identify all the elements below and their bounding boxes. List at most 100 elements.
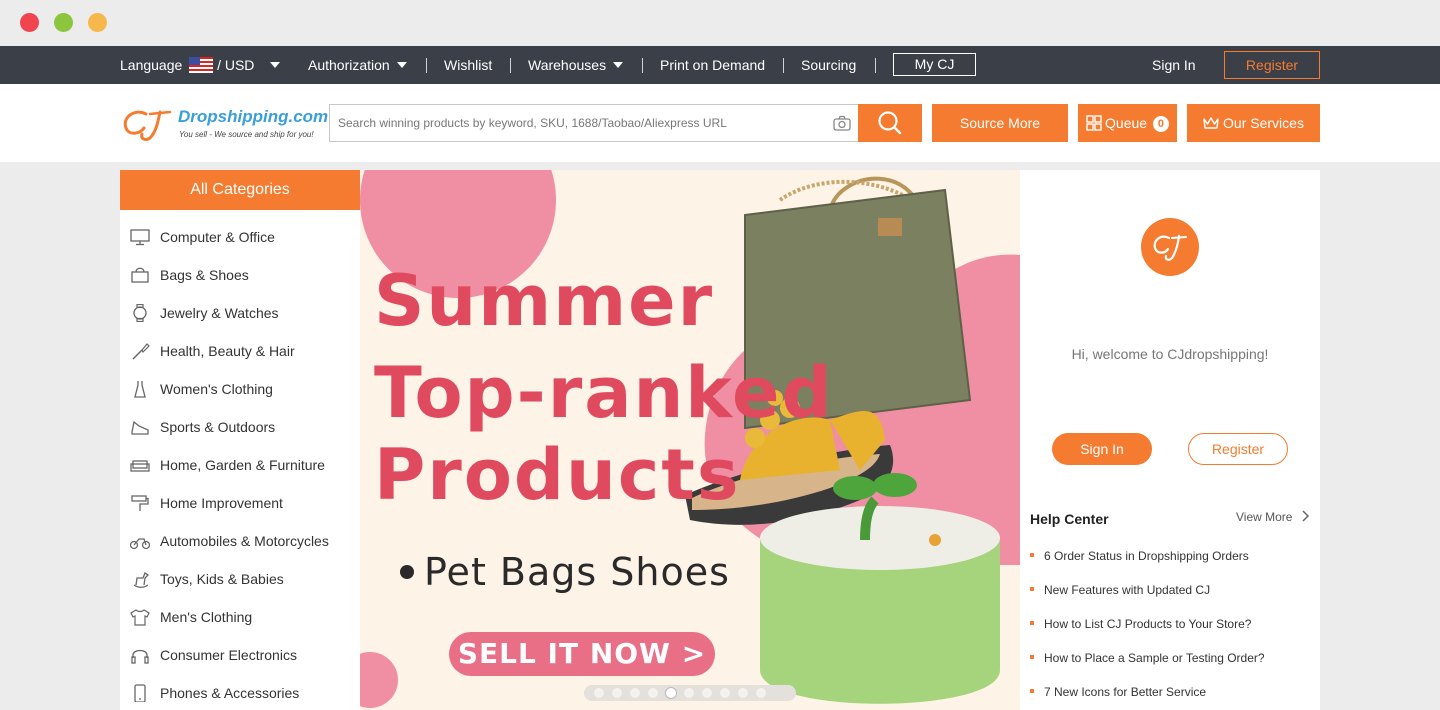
warehouses-menu[interactable]: Warehouses — [528, 46, 624, 84]
source-more-button[interactable]: Source More — [932, 104, 1068, 142]
chevron-down-icon — [270, 62, 281, 68]
authorization-menu[interactable]: Authorization — [308, 46, 407, 84]
search-icon — [878, 111, 902, 135]
carousel-dot[interactable] — [666, 688, 676, 698]
authorization-label: Authorization — [308, 57, 390, 73]
carousel-dot[interactable] — [612, 688, 622, 698]
category-item[interactable]: Home, Garden & Furniture — [120, 446, 360, 484]
category-item[interactable]: Men's Clothing — [120, 598, 360, 636]
logo-text: Dropshipping.com — [178, 107, 329, 126]
category-item[interactable]: Toys, Kids & Babies — [120, 560, 360, 598]
brush-icon — [132, 343, 150, 360]
carousel-dot[interactable] — [720, 688, 730, 698]
queue-icon — [1086, 115, 1102, 131]
avatar — [1141, 218, 1199, 276]
panel-sign-in-button[interactable]: Sign In — [1052, 433, 1152, 465]
banner-title-line1: Summer — [374, 260, 715, 342]
help-center-link[interactable]: New Features with Updated CJ — [1030, 583, 1210, 597]
maximize-window-button[interactable] — [88, 13, 107, 32]
sell-it-now-button[interactable]: SELL IT NOW > — [449, 632, 715, 676]
bullet-icon — [1030, 689, 1034, 693]
help-center-link[interactable]: 6 Order Status in Dropshipping Orders — [1030, 549, 1249, 563]
view-more-link[interactable]: View More — [1236, 510, 1310, 524]
carousel-dot[interactable] — [684, 688, 694, 698]
help-item-label: How to List CJ Products to Your Store? — [1044, 617, 1252, 631]
queue-button[interactable]: Queue 0 — [1078, 104, 1177, 142]
category-item[interactable]: Bags & Shoes — [120, 256, 360, 294]
help-center-link[interactable]: How to Place a Sample or Testing Order? — [1030, 651, 1265, 665]
queue-label: Queue — [1105, 115, 1148, 131]
category-item[interactable]: Computer & Office — [120, 218, 360, 256]
view-more-label: View More — [1236, 510, 1293, 524]
sign-in-link[interactable]: Sign In — [1152, 46, 1196, 84]
carousel-dot[interactable] — [648, 688, 658, 698]
category-label: Men's Clothing — [160, 609, 253, 625]
bullet-icon — [1030, 655, 1034, 659]
carousel-dot[interactable] — [702, 688, 712, 698]
shirt-icon — [130, 609, 150, 626]
category-label: Toys, Kids & Babies — [160, 571, 284, 587]
panel-register-button[interactable]: Register — [1188, 433, 1288, 465]
category-item[interactable]: Home Improvement — [120, 484, 360, 522]
language-selector[interactable]: Language / USD — [120, 46, 281, 84]
hero-banner[interactable]: Summer Top-ranked Products Pet Bags Shoe… — [360, 170, 1020, 710]
bag-icon — [131, 267, 149, 283]
help-item-label: 7 New Icons for Better Service — [1044, 685, 1207, 699]
watch-icon — [133, 304, 147, 322]
cj-avatar-logo-icon — [1153, 234, 1187, 261]
category-label: Bags & Shoes — [160, 267, 249, 283]
divider — [875, 58, 876, 73]
category-item[interactable]: Sports & Outdoors — [120, 408, 360, 446]
close-window-button[interactable] — [20, 13, 39, 32]
motorcycle-icon — [130, 538, 150, 550]
cj-logo[interactable]: Dropshipping.com You sell - We source an… — [120, 104, 330, 144]
top-nav-bar: Language / USD Authorization Wishlist Wa… — [0, 46, 1440, 84]
print-on-demand-link[interactable]: Print on Demand — [660, 46, 765, 84]
warehouses-label: Warehouses — [528, 57, 607, 73]
carousel-dot[interactable] — [738, 688, 748, 698]
banner-subtitle: Pet Bags Shoes — [400, 550, 730, 594]
search-box — [329, 104, 859, 142]
bullet-icon — [1030, 587, 1034, 591]
rocking-horse-icon — [133, 572, 150, 588]
category-item[interactable]: Automobiles & Motorcycles — [120, 522, 360, 560]
my-cj-button[interactable]: My CJ — [893, 53, 976, 76]
category-item[interactable]: Jewelry & Watches — [120, 294, 360, 332]
category-item[interactable]: Phones & Accessories — [120, 674, 360, 710]
sourcing-link[interactable]: Sourcing — [801, 46, 856, 84]
divider — [510, 58, 511, 73]
wishlist-link[interactable]: Wishlist — [444, 46, 492, 84]
decor-circle-bottom — [360, 652, 398, 708]
category-item[interactable]: Consumer Electronics — [120, 636, 360, 674]
carousel-dot[interactable] — [756, 688, 766, 698]
search-input[interactable] — [330, 105, 810, 141]
divider — [783, 58, 784, 73]
all-categories-header[interactable]: All Categories — [120, 170, 360, 210]
our-services-button[interactable]: Our Services — [1187, 104, 1320, 142]
window-chrome — [0, 0, 1440, 46]
carousel-pagination — [584, 685, 796, 701]
cj-logo-mark-icon — [123, 110, 172, 141]
banner-title-line3: Products — [374, 434, 741, 516]
banner-title-line2: Top-ranked — [374, 352, 834, 434]
help-item-label: New Features with Updated CJ — [1044, 583, 1211, 597]
register-button[interactable]: Register — [1224, 51, 1320, 79]
dress-icon — [134, 381, 146, 398]
sofa-icon — [130, 460, 150, 472]
carousel-dot[interactable] — [630, 688, 640, 698]
category-item[interactable]: Women's Clothing — [120, 370, 360, 408]
camera-icon[interactable] — [833, 115, 851, 131]
category-label: Jewelry & Watches — [160, 305, 279, 321]
category-label: Consumer Electronics — [160, 647, 297, 663]
us-flag-icon — [189, 57, 214, 73]
bullet-icon — [400, 565, 414, 579]
help-center-link[interactable]: How to List CJ Products to Your Store? — [1030, 617, 1251, 631]
category-item[interactable]: Health, Beauty & Hair — [120, 332, 360, 370]
welcome-panel: Hi, welcome to CJdropshipping! Sign In R… — [1020, 170, 1320, 710]
language-label: Language — [120, 57, 183, 73]
carousel-dot[interactable] — [594, 688, 604, 698]
our-services-label: Our Services — [1223, 115, 1304, 131]
search-button[interactable] — [858, 104, 922, 142]
minimize-window-button[interactable] — [54, 13, 73, 32]
help-center-link[interactable]: 7 New Icons for Better Service — [1030, 685, 1206, 699]
